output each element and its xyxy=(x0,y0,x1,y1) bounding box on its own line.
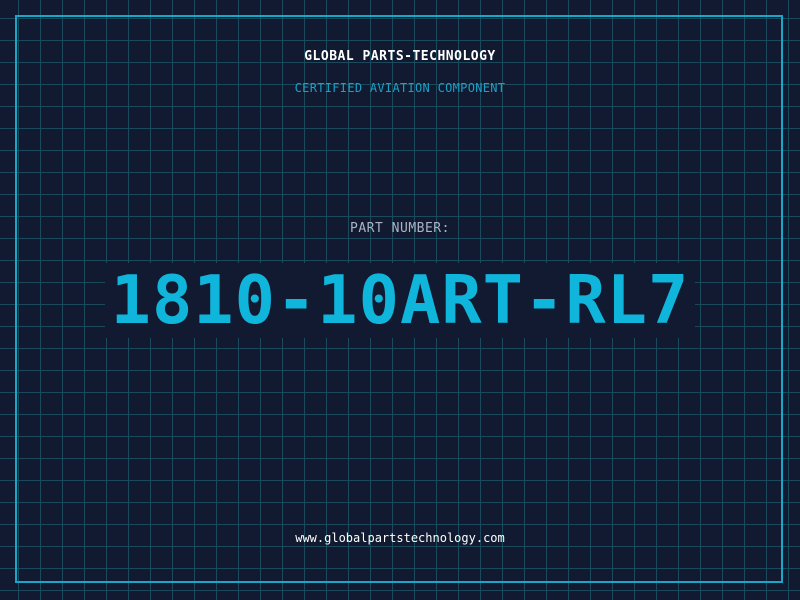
part-number-label: PART NUMBER: xyxy=(350,221,450,236)
certification-subtitle: CERTIFIED AVIATION COMPONENT xyxy=(294,81,506,95)
company-name: GLOBAL PARTS-TECHNOLOGY xyxy=(304,49,496,64)
website-url: www.globalpartstechnology.com xyxy=(295,531,505,545)
part-number-value: 1810-10ART-RL7 xyxy=(104,262,696,338)
part-number-container: 1810-10ART-RL7 xyxy=(0,262,800,338)
part-label-card: GLOBAL PARTS-TECHNOLOGY CERTIFIED AVIATI… xyxy=(0,0,800,600)
